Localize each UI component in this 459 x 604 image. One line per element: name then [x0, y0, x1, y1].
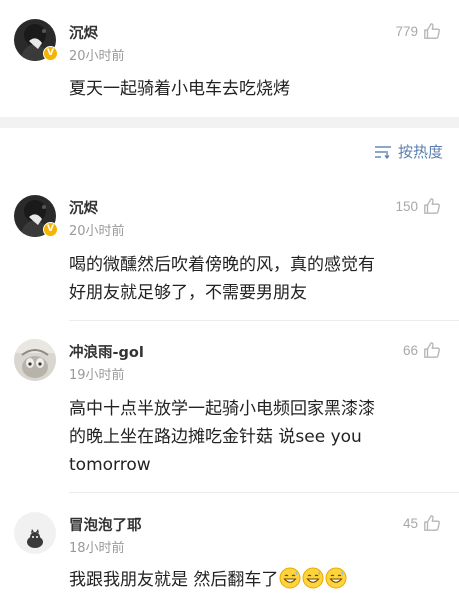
- thumbs-up-icon: [424, 515, 440, 531]
- timestamp: 19小时前: [69, 368, 125, 383]
- username[interactable]: 沉烬: [69, 22, 98, 43]
- like-count: 779: [395, 23, 418, 39]
- like-button[interactable]: 150: [395, 195, 441, 217]
- timestamp: 20小时前: [69, 49, 125, 64]
- grinning-sweat-emoji: [279, 567, 301, 589]
- like-button[interactable]: 66: [403, 339, 441, 361]
- like-count: 66: [402, 342, 418, 358]
- thumbs-up-icon: [424, 342, 440, 358]
- like-count: 45: [402, 515, 418, 531]
- comment-line: 的晚上坐在路边摊吃金针菇 说see you: [69, 427, 362, 447]
- divider: [69, 320, 459, 321]
- like-button[interactable]: 779: [395, 20, 441, 42]
- comment-text: 喝的微醺然后吹着傍晚的风，真的感觉有 好朋友就足够了，不需要男朋友: [69, 251, 439, 307]
- timestamp: 18小时前: [69, 541, 125, 556]
- comment-line: tomorrow: [69, 455, 151, 475]
- like-count: 150: [395, 198, 418, 214]
- thumbs-up-icon: [424, 198, 440, 214]
- comment-text: 夏天一起骑着小电车去吃烧烤: [69, 79, 290, 99]
- divider: [69, 492, 459, 493]
- verified-badge: V: [43, 46, 58, 61]
- comment-line: 好朋友就足够了，不需要男朋友: [69, 283, 307, 303]
- thumbs-up-icon: [424, 23, 440, 39]
- comment-text: 高中十点半放学一起骑小电频回家黑漆漆 的晚上坐在路边摊吃金针菇 说see you…: [69, 395, 439, 479]
- timestamp: 20小时前: [69, 224, 125, 239]
- grinning-sweat-emoji: [302, 567, 324, 589]
- comment-text: 我跟我朋友就是 然后翻车了: [69, 566, 439, 594]
- username[interactable]: 冒泡泡了耶: [69, 514, 142, 535]
- sort-label: 按热度: [397, 143, 443, 161]
- section-separator: [0, 117, 459, 128]
- like-button[interactable]: 45: [403, 512, 441, 534]
- grinning-sweat-emoji: [325, 567, 347, 589]
- avatar[interactable]: [14, 512, 56, 554]
- sort-lines-icon: [374, 145, 391, 159]
- comment-line: 高中十点半放学一起骑小电频回家黑漆漆: [69, 399, 375, 419]
- username[interactable]: 沉烬: [69, 197, 98, 218]
- avatar[interactable]: [14, 339, 56, 381]
- sort-toggle[interactable]: 按热度: [374, 141, 443, 162]
- username[interactable]: 冲浪雨-gol: [69, 341, 144, 362]
- comment-line: 喝的微醺然后吹着傍晚的风，真的感觉有: [69, 255, 375, 275]
- verified-badge: V: [43, 222, 58, 237]
- comment-line: 我跟我朋友就是 然后翻车了: [69, 570, 279, 590]
- top-comment: V 沉烬 20小时前 779 夏天一起骑着小电车去吃烧烤: [0, 0, 459, 117]
